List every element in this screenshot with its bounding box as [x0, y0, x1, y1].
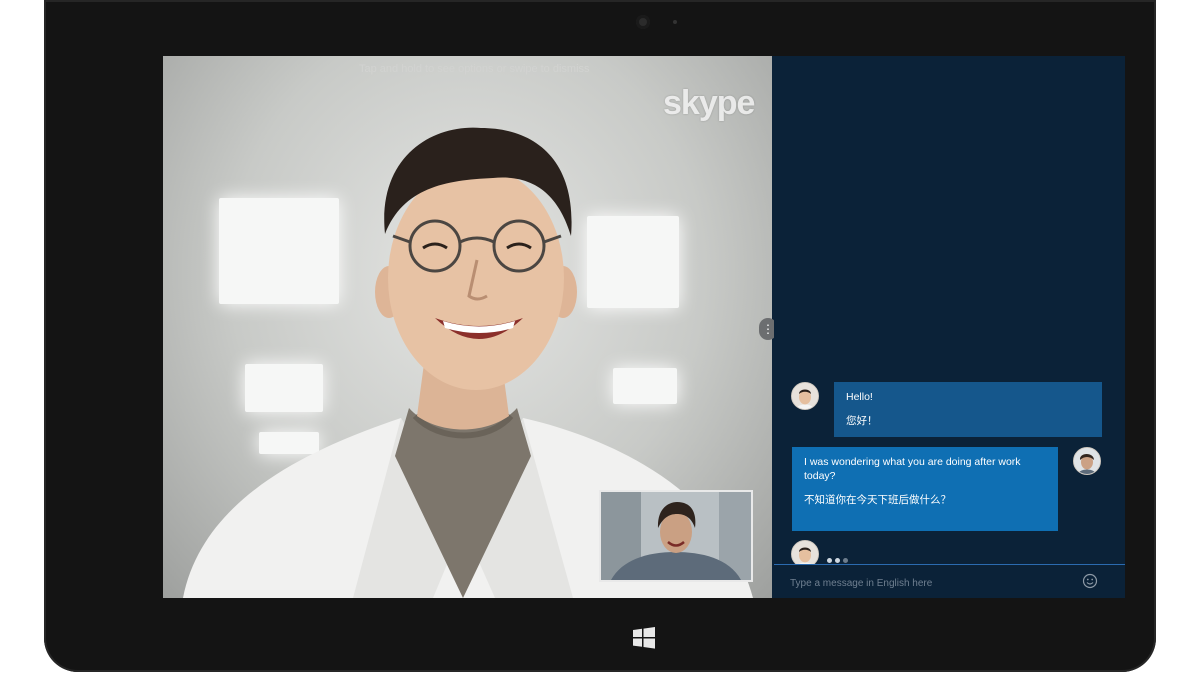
light-sensor: [673, 20, 677, 24]
contact-avatar: [791, 382, 819, 410]
windows-logo-icon[interactable]: [632, 626, 656, 650]
message-input[interactable]: [788, 574, 1072, 592]
skype-logo: skype: [663, 84, 755, 122]
typing-dot: [843, 558, 848, 563]
message-translation-text: 不知道你在今天下班后做什么？: [804, 494, 951, 506]
message-translation-text: 您好！: [846, 415, 878, 427]
message-composer: [774, 564, 1125, 598]
message-bubble-outgoing[interactable]: I was wondering what you are doing after…: [792, 447, 1058, 531]
screen: Tap and hold to see options or swipe to …: [163, 56, 1125, 598]
translation-chat-panel: Hello! 您好！ I was wondering what you are …: [774, 56, 1125, 598]
remote-video-feed[interactable]: Tap and hold to see options or swipe to …: [163, 56, 772, 598]
user-avatar: [1073, 447, 1101, 475]
message-original-text: Hello!: [846, 391, 873, 403]
typing-dot: [827, 558, 832, 563]
self-view-image: [601, 492, 751, 580]
emoji-icon[interactable]: [1082, 573, 1098, 589]
tablet-frame: Tap and hold to see options or swipe to …: [44, 0, 1156, 672]
message-original-text: I was wondering what you are doing after…: [804, 456, 1021, 482]
message-bubble-incoming[interactable]: Hello! 您好！: [834, 382, 1102, 437]
call-hint-text: Tap and hold to see options or swipe to …: [359, 63, 590, 75]
self-view-video[interactable]: [599, 490, 753, 582]
typing-dot: [835, 558, 840, 563]
front-camera: [636, 15, 650, 29]
